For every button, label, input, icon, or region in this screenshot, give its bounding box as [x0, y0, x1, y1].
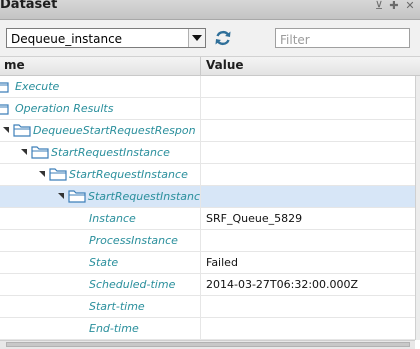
- panel-titlebar: Dataset ⊻ ✚ ✕: [0, 0, 420, 20]
- value-cell: Failed: [206, 256, 238, 269]
- folder-icon: [68, 189, 86, 203]
- panel-title: Dataset: [0, 0, 58, 12]
- tree-table: Execute Operation Results DequeueStartRe…: [0, 76, 415, 340]
- name-cell: Start-time: [0, 296, 200, 317]
- name-cell: DequeueStartRequestRespon: [0, 120, 200, 141]
- column-divider[interactable]: [200, 57, 201, 75]
- table-header: me Value: [0, 57, 420, 76]
- node-label: StartRequestInstanc: [88, 190, 200, 203]
- node-label: Execute: [15, 80, 60, 93]
- table-row[interactable]: Scheduled-time 2014-03-27T06:32:00.000Z: [0, 274, 415, 296]
- cell-divider: [200, 76, 201, 98]
- name-cell: End-time: [0, 318, 200, 339]
- dataset-toolbar: Dequeue_instance: [0, 20, 420, 57]
- node-label: Scheduled-time: [89, 278, 176, 291]
- cell-divider: [200, 318, 201, 340]
- cell-divider: [200, 98, 201, 120]
- name-cell: Execute: [0, 76, 200, 97]
- node-label: End-time: [89, 322, 139, 335]
- expand-toggle-icon[interactable]: [3, 127, 9, 133]
- name-cell: Scheduled-time: [0, 274, 200, 295]
- table-row[interactable]: Execute: [0, 76, 415, 98]
- table-row[interactable]: Instance SRF_Queue_5829: [0, 208, 415, 230]
- close-icon[interactable]: ✕: [404, 0, 416, 12]
- name-cell: ProcessInstance: [0, 230, 200, 251]
- cell-divider: [200, 142, 201, 164]
- dataset-select-value: Dequeue_instance: [11, 32, 123, 46]
- value-cell: SRF_Queue_5829: [206, 212, 303, 225]
- cell-divider: [200, 296, 201, 318]
- node-label: State: [89, 256, 119, 269]
- expand-toggle-icon[interactable]: [21, 149, 27, 155]
- table-row[interactable]: Operation Results: [0, 98, 415, 120]
- name-cell: StartRequestInstance: [0, 164, 200, 185]
- node-label: Operation Results: [15, 102, 114, 115]
- cell-divider: [200, 208, 201, 230]
- node-label: StartRequestInstance: [69, 168, 188, 181]
- node-label: ProcessInstance: [89, 234, 178, 247]
- cell-divider: [200, 120, 201, 142]
- filter-input[interactable]: [276, 31, 410, 49]
- dataset-select[interactable]: Dequeue_instance: [6, 28, 206, 48]
- filter-field[interactable]: [275, 28, 410, 49]
- table-row[interactable]: End-time: [0, 318, 415, 340]
- cell-divider: [200, 274, 201, 296]
- dropdown-arrow-icon[interactable]: [188, 29, 205, 47]
- node-label: StartRequestInstance: [51, 146, 170, 159]
- table-row[interactable]: State Failed: [0, 252, 415, 274]
- value-cell: 2014-03-27T06:32:00.000Z: [206, 278, 359, 291]
- cell-divider: [200, 164, 201, 186]
- folder-icon: [49, 167, 67, 181]
- node-label: DequeueStartRequestRespon: [33, 124, 196, 137]
- expand-toggle-icon[interactable]: [58, 193, 64, 199]
- name-cell: Instance: [0, 208, 200, 229]
- cell-divider: [200, 186, 201, 208]
- cell-divider: [200, 252, 201, 274]
- folder-icon: [0, 79, 9, 93]
- name-cell: StartRequestInstanc: [0, 186, 200, 207]
- table-row[interactable]: StartRequestInstance: [0, 142, 415, 164]
- node-label: Instance: [89, 212, 136, 225]
- column-header-value[interactable]: Value: [206, 58, 244, 72]
- cell-divider: [200, 230, 201, 252]
- pin-icon[interactable]: ⊻: [373, 0, 385, 12]
- column-header-name[interactable]: me: [4, 58, 25, 72]
- folder-icon: [31, 145, 49, 159]
- table-row[interactable]: Start-time: [0, 296, 415, 318]
- vertical-scrollbar[interactable]: [415, 76, 420, 340]
- folder-icon: [0, 101, 9, 115]
- table-row[interactable]: ProcessInstance: [0, 230, 415, 252]
- name-cell: State: [0, 252, 200, 273]
- table-row[interactable]: StartRequestInstance: [0, 164, 415, 186]
- folder-icon: [13, 123, 31, 137]
- add-icon[interactable]: ✚: [388, 0, 400, 12]
- table-row[interactable]: DequeueStartRequestRespon: [0, 120, 415, 142]
- refresh-icon[interactable]: [213, 28, 233, 48]
- horizontal-scrollbar-thumb[interactable]: [6, 342, 410, 347]
- name-cell: StartRequestInstance: [0, 142, 200, 163]
- table-row-selected[interactable]: StartRequestInstanc: [0, 186, 415, 208]
- name-cell: Operation Results: [0, 98, 200, 119]
- expand-toggle-icon[interactable]: [39, 171, 45, 177]
- node-label: Start-time: [89, 300, 145, 313]
